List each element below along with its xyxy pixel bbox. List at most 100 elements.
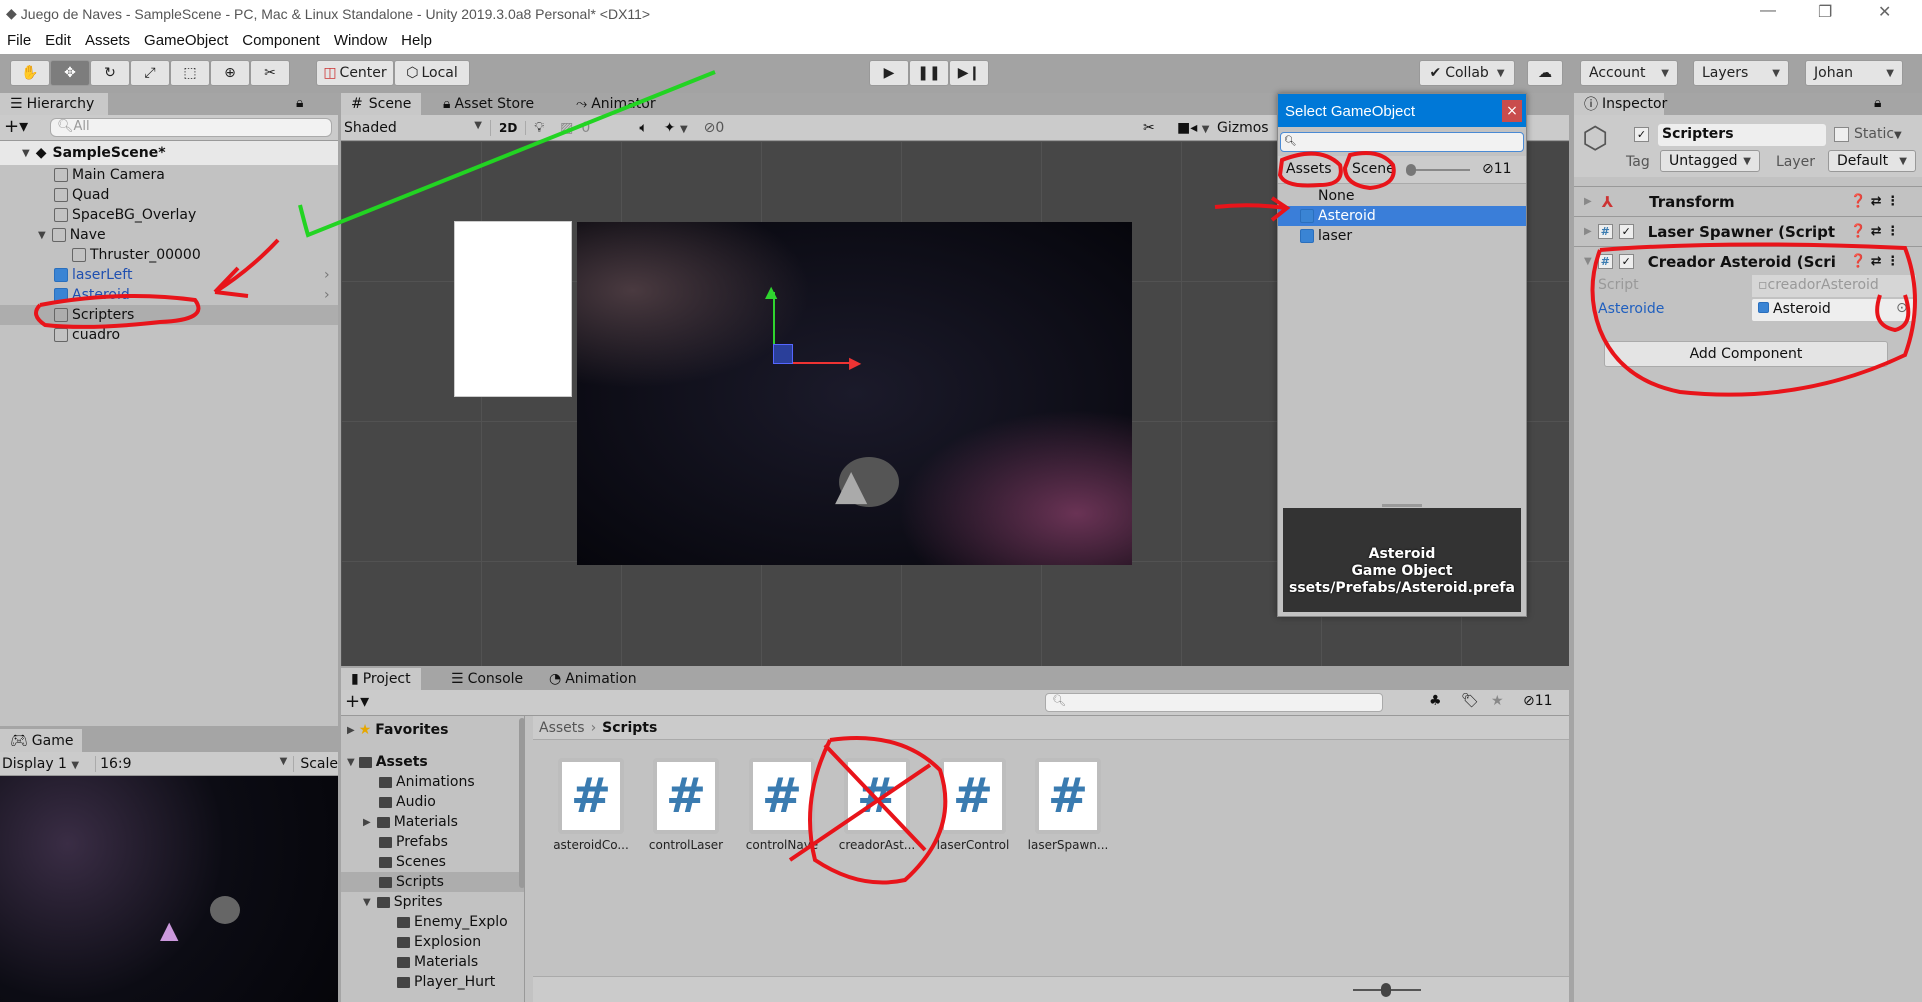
hierarchy-item[interactable]: Quad [0,185,338,205]
icon-size-slider-handle[interactable] [1381,983,1391,997]
tree-folder[interactable]: Enemy_Explo [341,912,524,932]
script-file-icon[interactable]: # [558,758,624,834]
favorite-icon[interactable]: ★ [1491,693,1504,709]
move-gizmo-plane[interactable] [773,344,793,364]
game-view[interactable]: ▲ [0,776,338,1002]
display-dropdown[interactable]: Display 1 ▼ [0,755,97,772]
effects-icon[interactable]: ✦ ▼ [656,120,696,136]
create-button[interactable]: +▾ [4,116,28,137]
filter-label-icon[interactable]: 🏷︎ [1461,693,1479,709]
tab-project[interactable]: ▮ Project [341,668,421,690]
lock-icon[interactable]: 🔒︎ [296,95,303,111]
add-component-button[interactable]: Add Component [1604,341,1888,367]
static-checkbox[interactable] [1834,127,1849,142]
hidden-packages-icon[interactable]: ⊘11 [1523,693,1553,709]
x-arrow-icon[interactable]: ▶ [849,353,861,372]
tree-folder[interactable]: Animations [341,772,524,792]
popup-size-slider[interactable] [1410,169,1470,171]
shading-dropdown[interactable]: Shaded ▼ [341,119,491,136]
play-button[interactable]: ▶ [869,60,909,86]
menu-edit[interactable]: Edit [38,32,78,49]
gizmos-dropdown[interactable]: Gizmos [1217,120,1269,136]
ship-sprite[interactable]: ▲ [835,460,867,509]
restore-icon[interactable]: ❐ [1818,2,1832,22]
tree-favorites[interactable]: ▶ ★ Favorites [341,720,524,740]
quad-object[interactable] [454,221,572,397]
aspect-dropdown[interactable]: 16:9 ▼ [96,755,295,772]
script-file-icon[interactable]: # [940,758,1006,834]
tree-folder[interactable]: Audio [341,792,524,812]
tab-scene[interactable]: Scene [1352,161,1395,177]
menu-help[interactable]: Help [394,32,439,49]
filter-type-icon[interactable]: ♣ [1429,693,1442,709]
script-file-icon[interactable]: # [1035,758,1101,834]
rect-tool-icon[interactable]: ⬚ [170,60,210,86]
component-transform[interactable]: ▶ ⅄ Transform ❓ ⇄ ⋮ [1574,186,1922,216]
tree-folder[interactable]: ▶ Materials [341,812,524,832]
object-name-input[interactable]: Scripters [1658,124,1826,146]
close-window-icon[interactable]: ✕ [1878,2,1891,22]
y-arrow-icon[interactable]: ▲ [765,282,777,301]
asteroide-object-field[interactable]: Asteroid ⊙ [1752,299,1916,321]
active-checkbox[interactable]: ✓ [1634,127,1649,142]
fx-icon[interactable]: ▨ [552,120,581,136]
create-button[interactable]: +▾ [345,691,369,712]
project-search-input[interactable]: 🔍︎ [1045,693,1383,712]
enabled-checkbox[interactable]: ✓ [1618,224,1634,239]
tag-dropdown[interactable]: Untagged ▼ [1660,150,1760,172]
menu-window[interactable]: Window [327,32,394,49]
tab-assets[interactable]: Assets [1286,161,1332,177]
hierarchy-item[interactable]: SpaceBG_Overlay [0,205,338,225]
2d-toggle[interactable]: 2D [491,120,527,135]
popup-item[interactable]: laser [1278,226,1526,246]
hierarchy-item[interactable]: cuadro [0,325,338,345]
hierarchy-item[interactable]: Thruster_00000 [0,245,338,265]
popup-close-button[interactable]: × [1502,100,1522,122]
hand-tool-icon[interactable]: ✋ [10,60,50,86]
breadcrumb-scripts[interactable]: Scripts [602,720,657,736]
custom-tool-icon[interactable]: ✂ [250,60,290,86]
tab-console[interactable]: ☰ Console [441,668,533,690]
minimize-icon[interactable]: — [1760,2,1776,20]
tree-folder[interactable]: ▼ Sprites [341,892,524,912]
menu-assets[interactable]: Assets [78,32,137,49]
tree-folder[interactable]: Player_Hurt [341,972,524,992]
menu-gameobject[interactable]: GameObject [137,32,235,49]
menu-component[interactable]: Component [235,32,327,49]
pause-button[interactable]: ❚❚ [909,60,949,86]
tab-inspector[interactable]: ⓘ Inspector [1574,93,1667,115]
hierarchy-search-input[interactable]: 🔍︎All [50,118,332,137]
tab-scene[interactable]: # Scene [341,93,422,115]
popup-item-selected[interactable]: Asteroid [1278,206,1526,226]
menu-file[interactable]: File [0,32,38,49]
tab-hierarchy[interactable]: ☰ Hierarchy [0,93,108,115]
audio-icon[interactable]: 🔈︎ [631,120,655,136]
step-button[interactable]: ▶❙ [949,60,989,86]
tree-folder-selected[interactable]: Scripts [341,872,524,892]
popup-item-none[interactable]: None [1278,186,1526,206]
object-picker-icon[interactable]: ⊙ [1896,300,1908,316]
layer-dropdown[interactable]: Default ▼ [1828,150,1916,172]
tree-scrollbar[interactable] [519,718,525,888]
tree-folder[interactable]: Prefabs [341,832,524,852]
lighting-icon[interactable]: 💡︎ [526,120,552,136]
component-creador-asteroid[interactable]: ▼ # ✓ Creador Asteroid (Scri ❓ ⇄ ⋮ [1574,246,1922,276]
tree-folder[interactable]: Materials [341,952,524,972]
space-background[interactable]: ▲ ▶ ▲ [577,222,1132,565]
script-file-icon[interactable]: # [653,758,719,834]
tab-game[interactable]: 🎮︎ Game [0,729,82,752]
lock-icon[interactable]: 🔒︎ [1874,95,1881,111]
transform-tool-icon[interactable]: ⊕ [210,60,250,86]
tree-folder[interactable]: Explosion [341,932,524,952]
static-dropdown[interactable]: Static▼ [1854,126,1902,142]
layers-dropdown[interactable]: Layers ▼ [1693,60,1789,86]
tree-assets[interactable]: ▼ Assets [341,752,524,772]
user-dropdown[interactable]: Johan ▼ [1805,60,1903,86]
tree-folder[interactable]: Scenes [341,852,524,872]
cloud-icon[interactable]: ☁ [1527,60,1563,86]
hidden-objects-icon[interactable]: ⊘0 [696,120,733,136]
tools-icon[interactable]: ✂ [1143,120,1155,136]
preview-resize-handle[interactable] [1382,504,1422,507]
popup-size-slider-handle[interactable] [1406,164,1416,176]
pivot-center-button[interactable]: ◫ Center [316,60,394,86]
